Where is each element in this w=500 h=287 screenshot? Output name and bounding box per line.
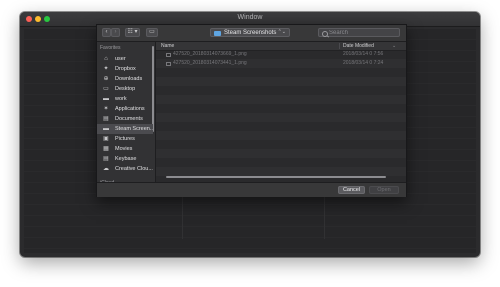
sidebar-item-label: Pictures — [115, 136, 135, 142]
sidebar-item[interactable]: ✦ Dropbox — [97, 64, 153, 74]
sidebar-item[interactable]: ▭ Desktop — [97, 84, 153, 94]
folder-icon — [214, 30, 221, 36]
sidebar-item[interactable]: ▣ Pictures — [97, 134, 153, 144]
search-icon — [322, 30, 328, 37]
horizontal-scrollbar[interactable] — [166, 176, 386, 178]
file-name: 427520_20180314073669_1.png — [173, 51, 247, 57]
view-mode-button[interactable]: ☷ ▾ — [125, 28, 140, 37]
sidebar-item[interactable]: ⌂ user — [97, 54, 153, 64]
keybase-icon: ▤ — [103, 156, 109, 162]
sidebar-item-label: Creative Clou... — [115, 166, 153, 172]
dialog-toolbar: ‹ › ☷ ▾ ▭ Steam Screenshots ⌃⌄ — [97, 25, 406, 42]
home-icon: ⌂ — [104, 56, 108, 62]
sidebar-item-label: Documents — [115, 116, 143, 122]
movies-icon: ▦ — [103, 146, 109, 152]
desktop-icon: ▭ — [103, 86, 109, 92]
favorites-heading: Favorites — [100, 45, 121, 51]
file-list-rows: 427520_20180314073669_1.png 2018/03/14 0 … — [156, 50, 406, 182]
applications-icon: ✶ — [103, 106, 109, 112]
file-row[interactable]: 427520_20180314073441_1.png 2018/03/14 0 … — [156, 59, 406, 68]
file-date-modified: 2018/03/14 0 7:24 — [343, 60, 384, 66]
file-row[interactable]: 427520_20180314073669_1.png 2018/03/14 0 … — [156, 50, 406, 59]
sidebar-item-label: Downloads — [115, 76, 143, 82]
sidebar-item[interactable]: ✶ Applications — [97, 104, 153, 114]
folder-icon: ▬ — [103, 126, 109, 132]
sidebar-item[interactable]: ▤ Documents — [97, 114, 153, 124]
search-input[interactable] — [329, 29, 397, 36]
image-file-icon — [166, 61, 171, 66]
back-button[interactable]: ‹ — [102, 28, 111, 37]
window-title: Window — [237, 14, 263, 21]
sidebar-item[interactable]: ⊕ Downloads — [97, 74, 153, 84]
sidebar-item-label: user — [115, 56, 126, 62]
sidebar-item-label: work — [115, 96, 127, 102]
pictures-icon: ▣ — [103, 136, 109, 142]
sidebar-item-label: Movies — [115, 146, 133, 152]
cancel-button[interactable]: Cancel — [338, 186, 365, 194]
sidebar-item[interactable]: ☁ Creative Clou... — [97, 164, 153, 174]
dialog-footer: Cancel Open — [97, 182, 406, 197]
file-list: 427520_20180314073669_1.png 2018/03/14 0 … — [156, 42, 406, 182]
documents-icon: ▤ — [103, 116, 109, 122]
downloads-icon: ⊕ — [103, 76, 109, 82]
sort-chevron-icon: ⌄ — [392, 43, 397, 49]
file-name: 427520_20180314073441_1.png — [173, 60, 247, 66]
open-button[interactable]: Open — [369, 186, 399, 194]
sidebar-item-label: Desktop — [115, 86, 136, 92]
image-file-icon — [166, 52, 171, 57]
new-folder-button[interactable]: ▭ — [146, 28, 158, 37]
forward-button[interactable]: › — [111, 28, 120, 37]
sidebar: Favorites iCloud ⌂user✦Dropbox⊕Downloads… — [97, 42, 156, 182]
sidebar-item-label: Dropbox — [115, 66, 136, 72]
sidebar-item[interactable]: ▤ Keybase — [97, 154, 153, 164]
sidebar-item[interactable]: ▬ work — [97, 94, 153, 104]
chevron-updown-icon: ⌃⌄ — [277, 29, 286, 35]
sidebar-item[interactable]: ▦ Movies — [97, 144, 153, 154]
sidebar-item-label: Keybase — [115, 156, 137, 162]
sidebar-item-label: Applications — [115, 106, 145, 112]
location-label: Steam Screenshots — [224, 29, 277, 36]
open-file-dialog: ‹ › ☷ ▾ ▭ Steam Screenshots ⌃⌄ Favorites… — [96, 24, 407, 197]
file-date-modified: 2018/03/14 0 7:56 — [343, 51, 384, 57]
creative-cloud-icon: ☁ — [103, 166, 109, 172]
name-column-header[interactable]: Name — [161, 42, 174, 50]
search-field[interactable] — [318, 28, 400, 37]
column-header: Name Date Modified ⌄ — [156, 42, 406, 51]
date-modified-column-header[interactable]: Date Modified — [343, 42, 374, 50]
dropbox-icon: ✦ — [103, 66, 109, 72]
sidebar-item[interactable]: ▬ Steam Screen... — [97, 124, 153, 134]
sidebar-item-label: Steam Screen... — [115, 126, 153, 132]
folder-icon: ▬ — [103, 96, 109, 102]
location-popup[interactable]: Steam Screenshots ⌃⌄ — [210, 28, 290, 37]
column-separator[interactable] — [339, 43, 340, 49]
